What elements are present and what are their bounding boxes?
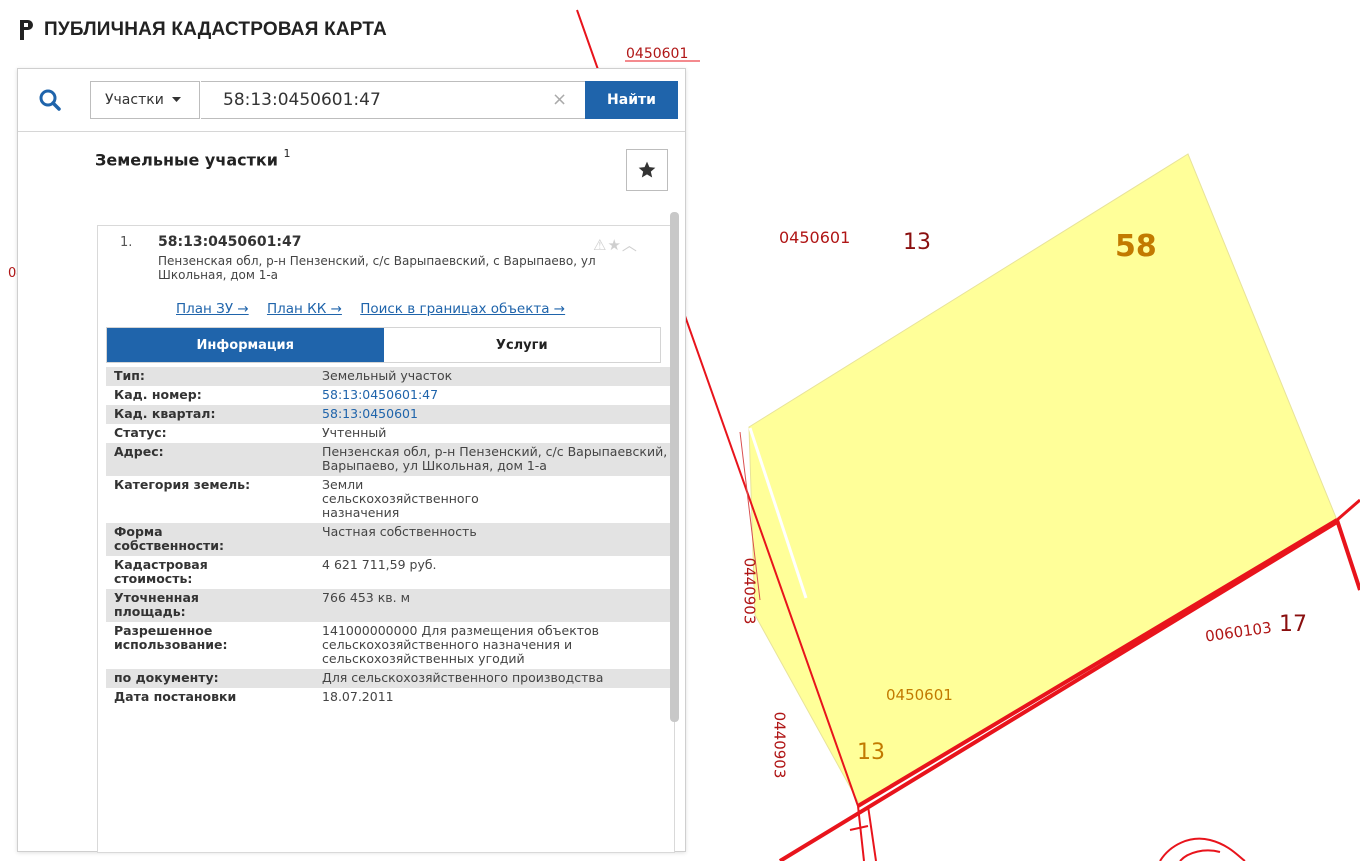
star-outline-icon[interactable]: ★ [607, 236, 621, 254]
row-value: 4 621 711,59 руб. [322, 557, 437, 572]
map-label-quarter-side-upper: 0440903 [740, 557, 759, 625]
link-search-bounds[interactable]: Поиск в границах объекта → [360, 301, 565, 317]
results-title: Земельные участки [95, 150, 278, 170]
row-key: Кадастровая стоимость: [114, 557, 208, 586]
row-value: 141000000000 Для размещения объектов сел… [322, 623, 600, 666]
row-key: по документу: [106, 669, 315, 688]
warning-icon[interactable]: ⚠ [593, 236, 607, 254]
table-row: Разрешенное использование: 141000000000 … [106, 622, 674, 669]
table-row: Уточненная площадь: 766 453 кв. м [106, 589, 674, 622]
find-button[interactable]: Найти [585, 81, 678, 119]
results-scrollbar[interactable] [670, 212, 679, 722]
row-key: Разрешенное использование: [114, 623, 228, 652]
search-type-label: Участки [105, 92, 164, 108]
tab-information[interactable]: Информация [107, 328, 384, 362]
table-row: Форма собственности: Частная собственнос… [106, 523, 674, 556]
map-label-district: 58 [1115, 229, 1157, 264]
row-key: Кад. номер: [114, 387, 202, 402]
row-key: Категория земель: [114, 477, 251, 492]
table-row: Тип: Земельный участок [106, 367, 674, 386]
map-label-quarter-inside: 0450601 [886, 686, 953, 704]
row-value: Земли сельскохозяйственного назначения [322, 477, 479, 520]
card-links: План ЗУ → План КК → Поиск в границах объ… [176, 301, 579, 317]
search-bar: Участки × Найти [18, 69, 685, 132]
parcel-boundary-right [1335, 519, 1360, 591]
star-icon [638, 161, 656, 178]
table-row: Статус: Учтенный [106, 424, 674, 443]
table-row: Адрес: Пензенская обл, р-н Пензенский, с… [106, 443, 674, 476]
table-row: Дата постановки 18.07.2011 [106, 688, 674, 707]
row-key: Статус: [114, 425, 167, 440]
row-value: 18.07.2011 [322, 689, 394, 704]
results-header: Земельные участки 1 [95, 147, 291, 170]
map-label-quarter-side-lower: 0440903 [770, 711, 789, 779]
road-line-1 [857, 805, 865, 861]
row-value: Частная собственность [314, 523, 674, 556]
table-row: по документу: Для сельскохозяйственного … [106, 669, 674, 688]
search-panel: Участки × Найти Земельные участки 1 1. 5… [17, 68, 686, 853]
row-key: Форма собственности: [106, 523, 315, 556]
link-plan-kk[interactable]: План КК → [267, 301, 342, 317]
row-key: Тип: [106, 367, 315, 386]
card-cad-number[interactable]: 58:13:0450601:47 [158, 234, 301, 250]
results-count: 1 [283, 147, 291, 160]
map-label-quarter-top: 0450601 [626, 46, 689, 62]
search-input[interactable] [201, 81, 586, 119]
card-tabs: Информация Услуги [106, 327, 661, 363]
caret-down-icon [171, 97, 181, 102]
map-label-quarter-parcel: 0450601 [779, 228, 851, 247]
collapse-icon[interactable]: ︿ [622, 236, 638, 254]
map-label-region-inside: 13 [857, 740, 885, 765]
card-index: 1. [120, 235, 133, 250]
table-row: Кад. квартал: 58:13:0450601 [106, 405, 674, 424]
app-header: ПУБЛИЧНАЯ КАДАСТРОВАЯ КАРТА [18, 19, 387, 41]
road-line-3 [849, 825, 869, 831]
table-row: Категория земель: Земли сельскохозяйстве… [106, 476, 674, 523]
road-line-2 [867, 805, 877, 861]
table-row: Кад. номер: 58:13:0450601:47 [106, 386, 674, 405]
parcel-polygon[interactable] [748, 153, 1338, 806]
card-address: Пензенская обл, р-н Пензенский, с/с Вары… [158, 254, 596, 282]
row-key: Дата постановки [114, 689, 237, 704]
row-value: Земельный участок [314, 367, 674, 386]
app-title: ПУБЛИЧНАЯ КАДАСТРОВАЯ КАРТА [44, 19, 387, 40]
row-value-link[interactable]: 58:13:0450601:47 [314, 386, 674, 405]
row-value: Пензенская обл, р-н Пензенский, с/с Вары… [314, 443, 674, 476]
table-row: Кадастровая стоимость: 4 621 711,59 руб. [106, 556, 674, 589]
row-value: Для сельскохозяйственного производства [314, 669, 674, 688]
result-card: 1. 58:13:0450601:47 Пензенская обл, р-н … [97, 225, 675, 853]
row-value-link[interactable]: 58:13:0450601 [314, 405, 674, 424]
tab-services[interactable]: Услуги [383, 328, 660, 362]
map-label-region-right: 17 [1279, 612, 1307, 637]
favorites-button[interactable] [626, 149, 668, 191]
search-type-select[interactable]: Участки [90, 81, 200, 119]
search-icon[interactable] [35, 85, 67, 117]
roundabout-shape-inner [1179, 849, 1221, 861]
row-key: Уточненная площадь: [106, 589, 315, 622]
row-value: 766 453 кв. м [314, 589, 674, 622]
map-label-region: 13 [903, 230, 931, 255]
right-boundary [1336, 498, 1360, 522]
info-table: Тип: Земельный участок Кад. номер: 58:13… [106, 367, 674, 707]
clear-icon[interactable]: × [552, 89, 567, 110]
row-value: Учтенный [322, 425, 387, 440]
row-key: Кад. квартал: [106, 405, 315, 424]
rosreestr-logo-icon [20, 20, 33, 40]
card-actions: ⚠★︿ [593, 234, 638, 255]
link-plan-zu[interactable]: План ЗУ → [176, 301, 249, 317]
row-key: Адрес: [106, 443, 315, 476]
